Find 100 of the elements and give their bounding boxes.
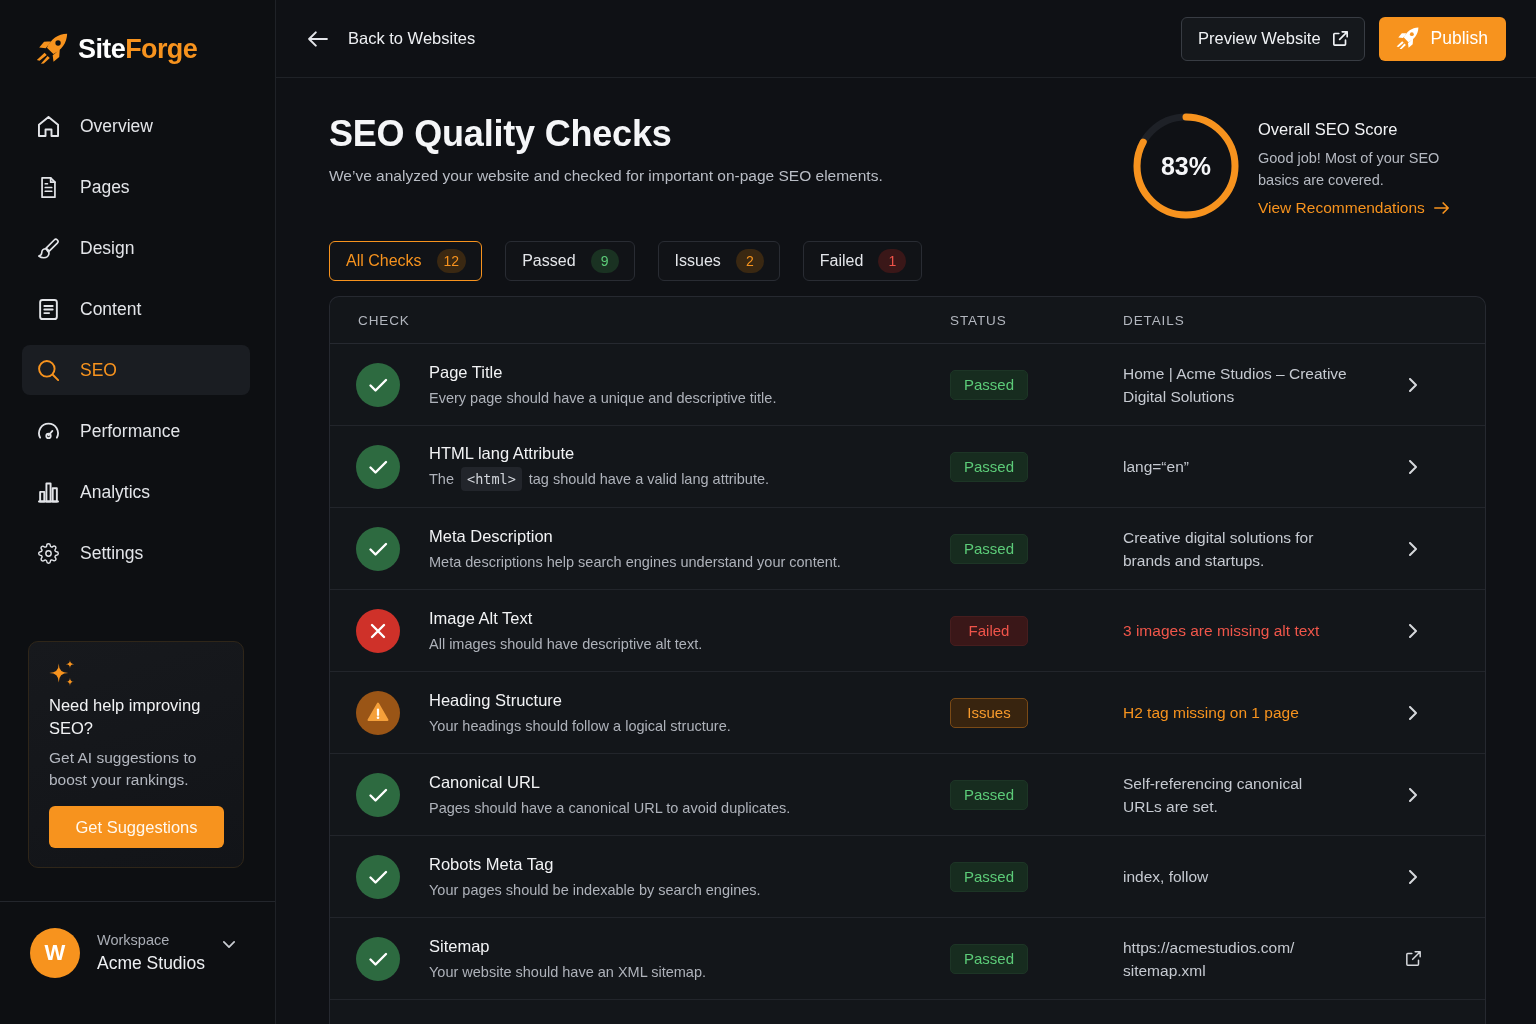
check-circle-icon <box>356 362 400 407</box>
check-title: Image Alt Text <box>429 608 534 629</box>
brush-icon <box>38 237 59 259</box>
rocket-logo-icon <box>36 33 68 65</box>
check-circle-icon <box>356 854 400 899</box>
check-description: Your headings should follow a logical structure. <box>429 717 732 736</box>
check-details: H2 tag missing on 1 page <box>1123 703 1300 723</box>
chevron-right-icon[interactable] <box>1409 459 1417 474</box>
count-badge: 2 <box>735 249 764 273</box>
sidebar-nav-item[interactable]: Design <box>22 223 250 273</box>
page-title: SEO Quality Checks <box>329 112 673 156</box>
filter-tab[interactable]: Passed 9 <box>505 241 635 281</box>
view-recommendations-link[interactable]: View Recommendations <box>1258 197 1449 219</box>
check-title: Heading Structure <box>429 690 563 711</box>
filter-tab[interactable]: Failed 1 <box>802 241 923 281</box>
sidebar-nav-item[interactable]: Content <box>22 284 250 334</box>
score-description: Good job! Most of your SEO basics are covered. <box>1258 149 1441 190</box>
filter-label: Passed <box>522 252 576 270</box>
sidebar-nav-item[interactable]: Overview <box>22 101 250 151</box>
chevron-right-icon[interactable] <box>1409 541 1417 556</box>
status-badge: Passed <box>950 779 1028 810</box>
check-description: Your pages should be indexable by search engines. <box>429 881 762 900</box>
check-title: Sitemap <box>429 936 491 957</box>
bar-chart-icon <box>38 481 59 503</box>
back-link[interactable]: Back to Websites <box>308 29 476 48</box>
check-title: Page Title <box>429 362 504 383</box>
chevron-right-icon[interactable] <box>1409 869 1417 884</box>
count-badge: 1 <box>878 249 907 273</box>
column-header: DETAILS <box>1123 312 1186 328</box>
external-link-icon <box>1332 31 1348 46</box>
column-header: CHECK <box>357 312 411 328</box>
check-circle-icon <box>356 936 400 981</box>
check-circle-icon <box>356 772 400 817</box>
check-description: Every page should have a unique and descriptive title. <box>429 389 778 408</box>
filter-label: Failed <box>819 252 864 270</box>
chevron-right-icon[interactable] <box>1409 787 1417 802</box>
chevron-right-icon[interactable] <box>1409 705 1417 720</box>
home-icon <box>38 115 59 137</box>
score-title: Overall SEO Score <box>1258 119 1399 140</box>
chevron-down-icon[interactable] <box>222 940 235 948</box>
settings-icon <box>38 542 59 564</box>
gauge-icon <box>38 420 59 442</box>
text-document-icon <box>38 298 59 320</box>
check-details: index, follow <box>1123 867 1210 887</box>
check-title: Canonical URL <box>429 772 541 793</box>
search-icon <box>38 359 59 381</box>
help-card-text: Get AI suggestions to boost your rankings. <box>49 748 198 790</box>
page-subtitle: We’ve analyzed your website and checked for important on-page SEO elements. <box>329 166 883 186</box>
check-details: Creative digital solutions for brands and startups. <box>1123 527 1315 571</box>
check-description: The <box>429 470 454 489</box>
preview-website-button[interactable]: Preview Website <box>1181 16 1365 61</box>
code-snippet: <html> <box>461 467 522 491</box>
check-details: Home | Acme Studios – Creative Digital Solutions <box>1123 363 1348 407</box>
check-title: Meta Description <box>429 526 554 547</box>
check-description: All images should have descriptive alt text. <box>429 635 704 654</box>
check-details: https://acmestudios.com/ sitemap.xml <box>1123 937 1296 981</box>
sidebar-nav-item[interactable]: SEO <box>22 345 250 395</box>
check-details: lang=“en” <box>1123 457 1190 477</box>
column-header: STATUS <box>950 312 1008 328</box>
check-title: HTML lang Attribute <box>429 443 576 464</box>
status-badge: Issues <box>950 697 1028 728</box>
sidebar-nav-item[interactable]: Analytics <box>22 467 250 517</box>
check-circle-icon <box>356 526 400 571</box>
workspace-name: Acme Studios <box>97 952 205 975</box>
rocket-icon <box>1395 27 1419 50</box>
x-circle-icon <box>356 608 400 653</box>
chevron-right-icon[interactable] <box>1409 623 1417 638</box>
filter-label: All Checks <box>346 252 422 270</box>
arrow-right-icon <box>1433 202 1449 214</box>
status-badge: Failed <box>950 615 1028 646</box>
check-circle-icon <box>356 444 400 489</box>
count-badge: 9 <box>590 249 619 273</box>
filter-tab[interactable]: All Checks 12 <box>329 241 483 281</box>
document-icon <box>38 176 59 198</box>
arrow-left-icon <box>308 30 328 47</box>
check-description: Meta descriptions help search engines understand your content. <box>429 553 842 572</box>
brand-name: SiteForge <box>78 33 198 66</box>
sidebar-nav-item[interactable]: Performance <box>22 406 250 456</box>
chevron-right-icon[interactable] <box>1409 377 1417 392</box>
workspace-label: Workspace <box>97 931 171 950</box>
check-details: 3 images are missing alt text <box>1123 621 1321 641</box>
status-badge: Passed <box>950 369 1028 400</box>
external-link-icon[interactable] <box>1405 951 1421 966</box>
sidebar-nav-item[interactable]: Pages <box>22 162 250 212</box>
help-card-title: Need help improving SEO? <box>49 695 202 739</box>
check-title: Robots Meta Tag <box>429 854 555 875</box>
check-description: Pages should have a canonical URL to avoid duplicates. <box>429 799 792 818</box>
warning-icon <box>356 690 400 735</box>
check-details: Self-referencing canonical URLs are set. <box>1123 773 1304 817</box>
score-value: 83% <box>1159 152 1212 180</box>
sidebar-nav-item[interactable]: Settings <box>22 528 250 578</box>
check-description: tag should have a valid lang attribute. <box>528 470 769 489</box>
filter-tab[interactable]: Issues 2 <box>657 241 780 281</box>
count-badge: 12 <box>436 249 467 273</box>
status-badge: Passed <box>950 451 1028 482</box>
status-badge: Passed <box>950 943 1028 974</box>
filter-label: Issues <box>674 252 721 270</box>
status-badge: Passed <box>950 861 1028 892</box>
check-description: Your website should have an XML sitemap. <box>429 963 707 982</box>
status-badge: Passed <box>950 533 1028 564</box>
